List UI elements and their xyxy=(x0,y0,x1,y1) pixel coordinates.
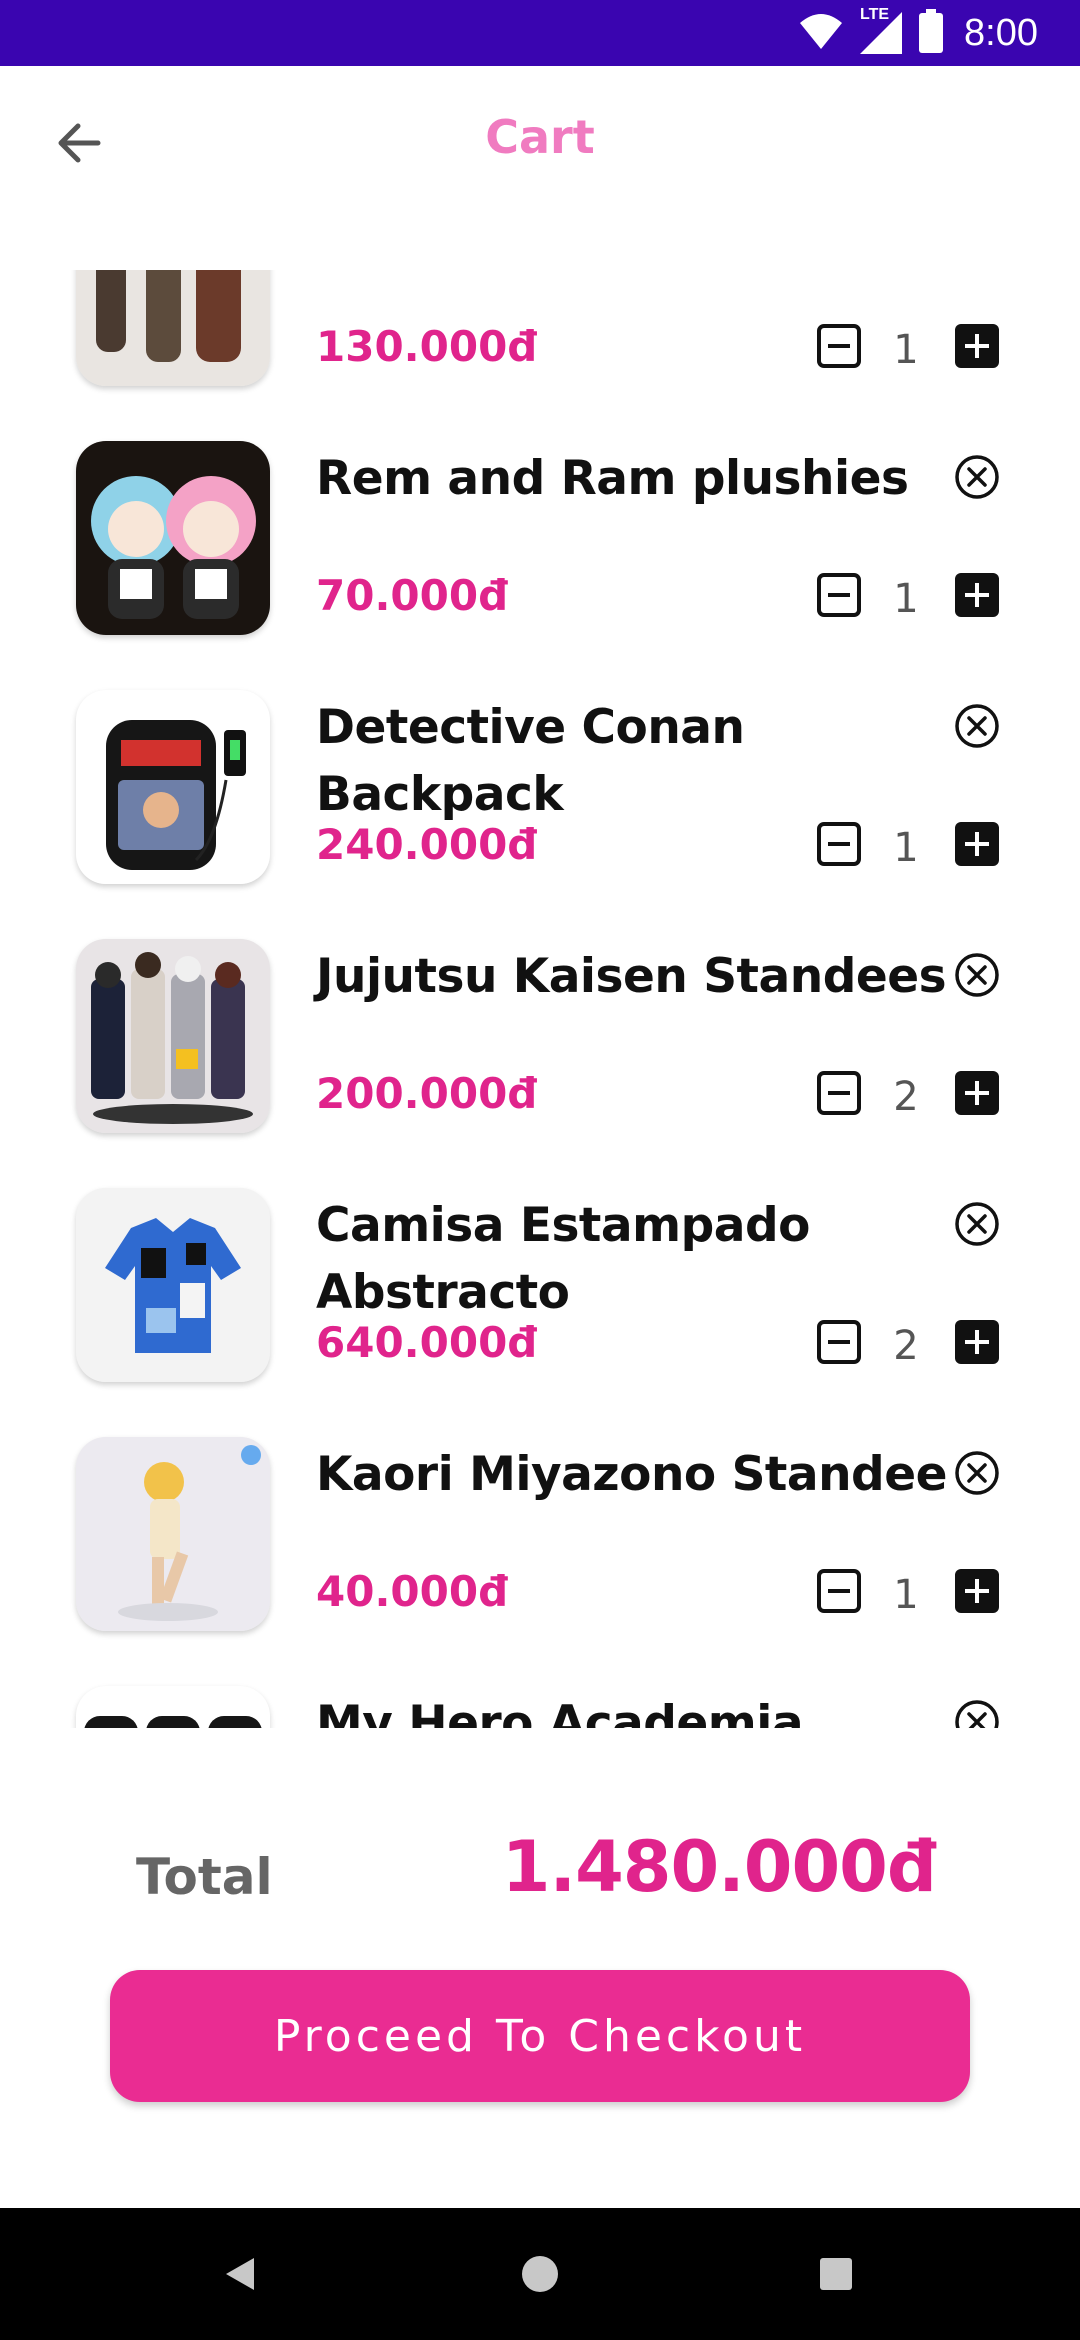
item-price: 70.000đ xyxy=(316,571,509,620)
decrease-quantity-button[interactable] xyxy=(816,1319,862,1365)
total-label: Total xyxy=(136,1848,273,1906)
minus-box-icon xyxy=(817,1320,861,1364)
increase-quantity-button[interactable] xyxy=(954,821,1000,867)
item-price: 40.000đ xyxy=(316,1567,509,1616)
cart-list[interactable]: 130.000đ 1 Rem and Ram plushies 70.000đ … xyxy=(0,270,1080,1728)
app-bar: Cart xyxy=(0,66,1080,222)
remove-item-button[interactable] xyxy=(954,1699,1000,1728)
item-price: 200.000đ xyxy=(316,1069,538,1118)
quantity-value: 1 xyxy=(893,327,919,373)
close-circle-icon xyxy=(955,953,999,997)
decrease-quantity-button[interactable] xyxy=(816,323,862,369)
remove-item-button[interactable] xyxy=(954,454,1000,500)
minus-box-icon xyxy=(817,324,861,368)
increase-quantity-button[interactable] xyxy=(954,323,1000,369)
plushies-image xyxy=(76,441,270,635)
network-label: LTE xyxy=(860,6,890,23)
page-title: Cart xyxy=(485,110,595,164)
minus-box-icon xyxy=(817,822,861,866)
cart-item: Camisa Estampado Abstracto 640.000đ 2 xyxy=(0,1166,1080,1415)
status-icons: LTE 8:00 xyxy=(798,0,1038,66)
standee-image xyxy=(76,1437,270,1631)
minus-box-icon xyxy=(817,573,861,617)
close-circle-icon xyxy=(955,1202,999,1246)
remove-item-button[interactable] xyxy=(954,1201,1000,1247)
shirt-image xyxy=(76,1188,270,1382)
item-price: 640.000đ xyxy=(316,1318,538,1367)
remove-item-button[interactable] xyxy=(954,952,1000,998)
plus-box-icon xyxy=(955,1071,999,1115)
item-name: My Hero Academia Backpack xyxy=(316,1696,804,1728)
decrease-quantity-button[interactable] xyxy=(816,1070,862,1116)
cart-item: My Hero Academia Backpack xyxy=(0,1664,1080,1728)
cart-item: Jujutsu Kaisen Standees 200.000đ 2 xyxy=(0,917,1080,1166)
checkout-button[interactable]: Proceed To Checkout xyxy=(110,1970,970,2102)
item-name: Jujutsu Kaisen Standees xyxy=(316,949,947,1004)
plus-box-icon xyxy=(955,1320,999,1364)
checkout-label: Proceed To Checkout xyxy=(273,2010,807,2062)
quantity-value: 1 xyxy=(893,825,919,871)
cart-item: Kaori Miyazono Standee 40.000đ 1 xyxy=(0,1415,1080,1664)
remove-item-button[interactable] xyxy=(954,703,1000,749)
decrease-quantity-button[interactable] xyxy=(816,821,862,867)
nav-recents-button[interactable] xyxy=(806,2244,866,2304)
increase-quantity-button[interactable] xyxy=(954,572,1000,618)
system-nav-bar xyxy=(0,2208,1080,2340)
minus-box-icon xyxy=(817,1569,861,1613)
home-circle-icon xyxy=(522,2256,558,2292)
recents-square-icon xyxy=(820,2258,852,2290)
increase-quantity-button[interactable] xyxy=(954,1070,1000,1116)
plus-box-icon xyxy=(955,324,999,368)
quantity-value: 2 xyxy=(893,1323,919,1369)
plus-box-icon xyxy=(955,573,999,617)
total-value: 1.480.000đ xyxy=(501,1826,937,1908)
minus-box-icon xyxy=(817,1071,861,1115)
close-circle-icon xyxy=(955,1700,999,1728)
item-name: Rem and Ram plushies xyxy=(316,451,909,506)
nav-back-button[interactable] xyxy=(210,2244,270,2304)
cart-item: 130.000đ 1 xyxy=(0,270,1080,419)
increase-quantity-button[interactable] xyxy=(954,1319,1000,1365)
quantity-value: 1 xyxy=(893,1572,919,1618)
wifi-icon xyxy=(798,11,844,55)
item-name: Kaori Miyazono Standee xyxy=(316,1447,947,1502)
item-name: Camisa Estampado Abstracto xyxy=(316,1198,810,1320)
item-price: 240.000đ xyxy=(316,820,538,869)
quantity-value: 2 xyxy=(893,1074,919,1120)
status-bar: LTE 8:00 xyxy=(0,0,1080,66)
status-time: 8:00 xyxy=(964,11,1038,54)
close-circle-icon xyxy=(955,704,999,748)
item-price: 130.000đ xyxy=(316,322,538,371)
battery-icon xyxy=(918,9,944,57)
cart-item: Detective Conan Backpack 240.000đ 1 xyxy=(0,668,1080,917)
signal-icon: LTE xyxy=(858,6,904,56)
nav-home-button[interactable] xyxy=(510,2244,570,2304)
item-name: Detective Conan Backpack xyxy=(316,700,745,822)
close-circle-icon xyxy=(955,455,999,499)
quantity-value: 1 xyxy=(893,576,919,622)
backpacks-image xyxy=(76,1686,270,1728)
plus-box-icon xyxy=(955,822,999,866)
standees-image xyxy=(76,939,270,1133)
decrease-quantity-button[interactable] xyxy=(816,1568,862,1614)
cart-item: Rem and Ram plushies 70.000đ 1 xyxy=(0,419,1080,668)
increase-quantity-button[interactable] xyxy=(954,1568,1000,1614)
close-circle-icon xyxy=(955,1451,999,1495)
plus-box-icon xyxy=(955,1569,999,1613)
remove-item-button[interactable] xyxy=(954,1450,1000,1496)
backpack-image xyxy=(76,690,270,884)
back-triangle-icon xyxy=(226,2258,254,2290)
figures-image xyxy=(76,270,270,386)
decrease-quantity-button[interactable] xyxy=(816,572,862,618)
